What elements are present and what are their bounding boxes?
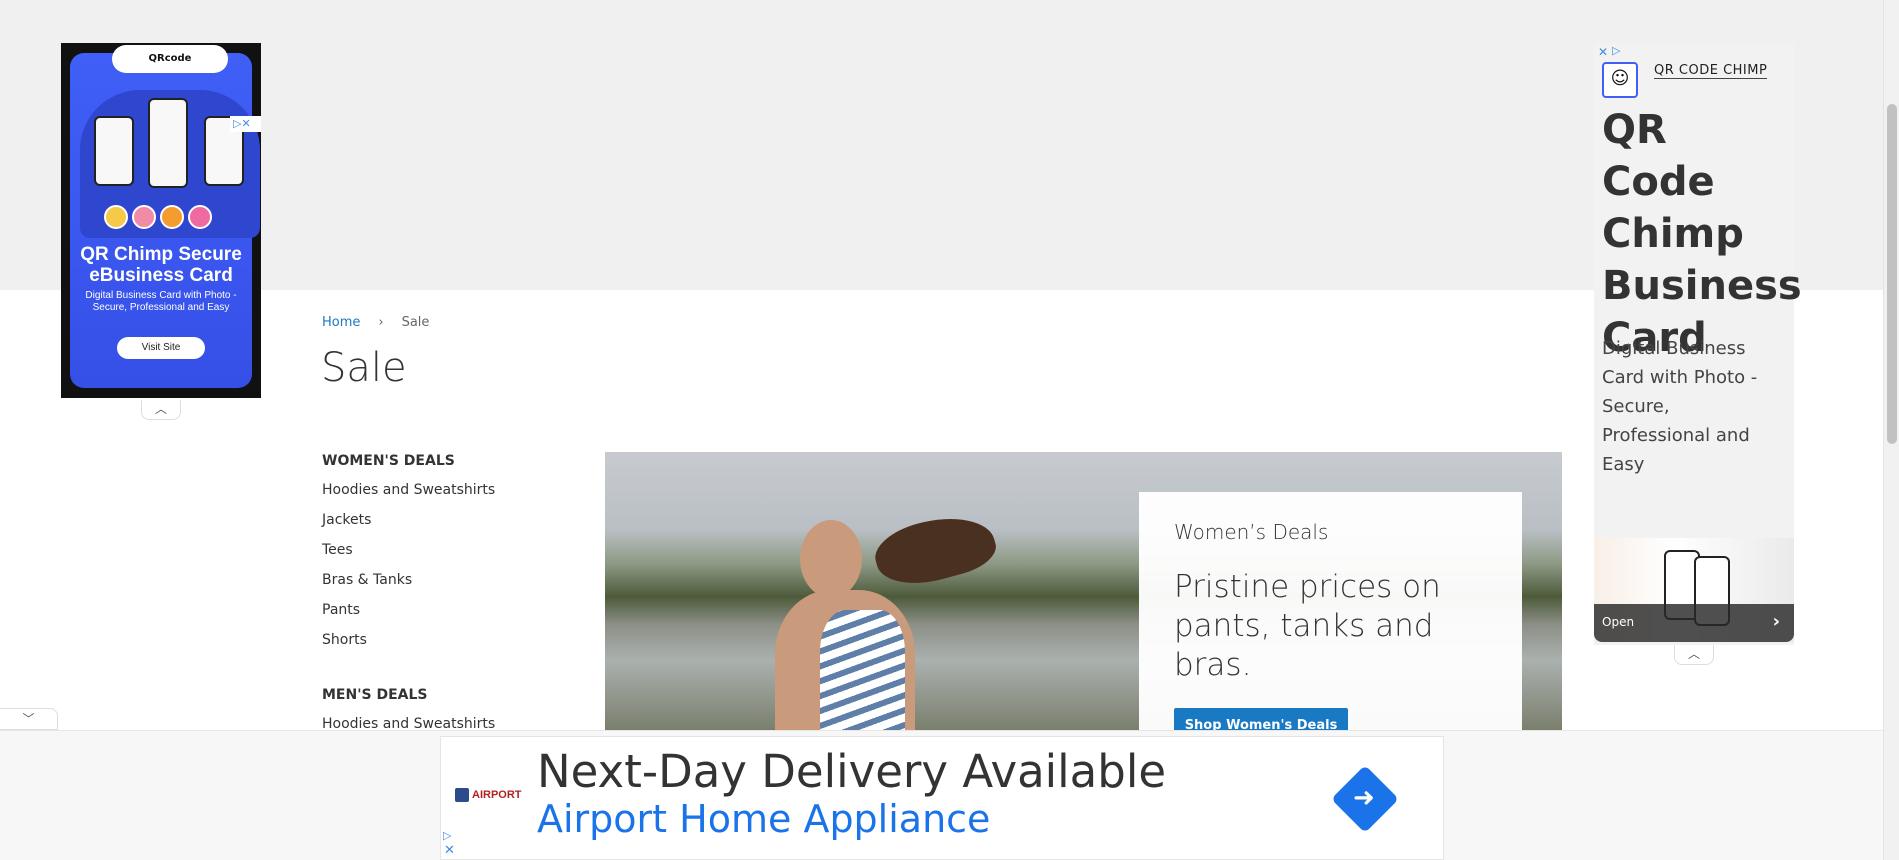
left-ad-subtext: Digital Business Card with Photo - Secur… bbox=[85, 290, 237, 313]
phone-image bbox=[148, 98, 188, 188]
phone-image bbox=[94, 116, 134, 186]
chevron-up-icon[interactable]: ︿ bbox=[141, 400, 181, 420]
left-ad-logo: QRcode bbox=[112, 45, 228, 73]
visit-site-button[interactable]: Visit Site bbox=[117, 337, 205, 359]
breadcrumb-current: Sale bbox=[401, 315, 430, 330]
left-ad-headline: QR Chimp Secure eBusiness Card bbox=[80, 244, 242, 286]
category-title-mens[interactable]: MEN'S DEALS bbox=[322, 687, 562, 703]
category-item[interactable]: Shorts bbox=[322, 631, 562, 661]
category-item[interactable]: Hoodies and Sweatshirts bbox=[322, 481, 562, 511]
page-scrollbar[interactable] bbox=[1883, 0, 1899, 860]
category-title-womens[interactable]: WOMEN'S DEALS bbox=[322, 453, 562, 469]
open-label: Open bbox=[1602, 615, 1635, 629]
breadcrumb-separator-icon: › bbox=[378, 315, 384, 330]
breadcrumb: Home › Sale bbox=[322, 315, 429, 330]
category-item[interactable]: Bras & Tanks bbox=[322, 571, 562, 601]
chevron-up-icon[interactable]: ︿ bbox=[1674, 645, 1714, 665]
category-item[interactable]: Tees bbox=[322, 541, 562, 571]
airport-logo-text: AIRPORT bbox=[472, 788, 522, 801]
scrollbar-thumb[interactable] bbox=[1887, 104, 1897, 444]
bottom-ad-headline[interactable]: Next-Day Delivery Available bbox=[537, 745, 1166, 798]
right-ad-description: Digital Business Card with Photo - Secur… bbox=[1602, 338, 1758, 475]
runner-image bbox=[800, 520, 862, 598]
bottom-anchor-ad[interactable]: AIRPORT Next-Day Delivery Available Airp… bbox=[440, 736, 1444, 860]
breadcrumb-home-link[interactable]: Home bbox=[322, 315, 360, 330]
badge-icon bbox=[104, 205, 128, 229]
adchoices-icon[interactable]: ▷ bbox=[1612, 44, 1620, 57]
airport-logo-icon bbox=[455, 788, 469, 802]
category-item[interactable]: Jackets bbox=[322, 511, 562, 541]
page-title: Sale bbox=[321, 345, 407, 391]
promo-kicker: Women’s Deals bbox=[1174, 520, 1329, 544]
chevron-right-icon: › bbox=[1772, 611, 1780, 632]
bottom-ad-advertiser[interactable]: Airport Home Appliance bbox=[537, 797, 990, 841]
right-ad-title[interactable]: QR Code Chimp Business Card bbox=[1602, 104, 1802, 364]
adchoices-icon[interactable]: ▷✕ bbox=[230, 116, 261, 132]
arrow-right-icon: ➜ bbox=[1353, 783, 1375, 813]
category-item[interactable]: Pants bbox=[322, 601, 562, 631]
category-sidebar: WOMEN'S DEALS Hoodies and Sweatshirts Ja… bbox=[322, 453, 562, 745]
promo-panel: Women’s Deals Pristine prices on pants, … bbox=[1139, 492, 1522, 744]
adchoices-icon[interactable]: ▷ bbox=[443, 829, 451, 842]
airport-logo: AIRPORT bbox=[455, 788, 522, 802]
right-ad-brand[interactable]: QR CODE CHIMP bbox=[1654, 63, 1768, 79]
chimp-logo-icon: ☺ bbox=[1602, 62, 1638, 98]
close-icon[interactable]: ✕ bbox=[1598, 45, 1608, 59]
left-ad-badges bbox=[104, 205, 239, 229]
badge-icon bbox=[132, 205, 156, 229]
chevron-down-icon[interactable]: ﹀ bbox=[0, 708, 58, 730]
badge-icon bbox=[160, 205, 184, 229]
runner-image bbox=[820, 610, 905, 750]
promo-heading: Pristine prices on pants, tanks and bras… bbox=[1174, 569, 1441, 683]
right-ad-open-bar[interactable]: Open › bbox=[1594, 604, 1794, 642]
badge-icon bbox=[188, 205, 212, 229]
close-icon[interactable]: ✕ bbox=[444, 843, 455, 858]
